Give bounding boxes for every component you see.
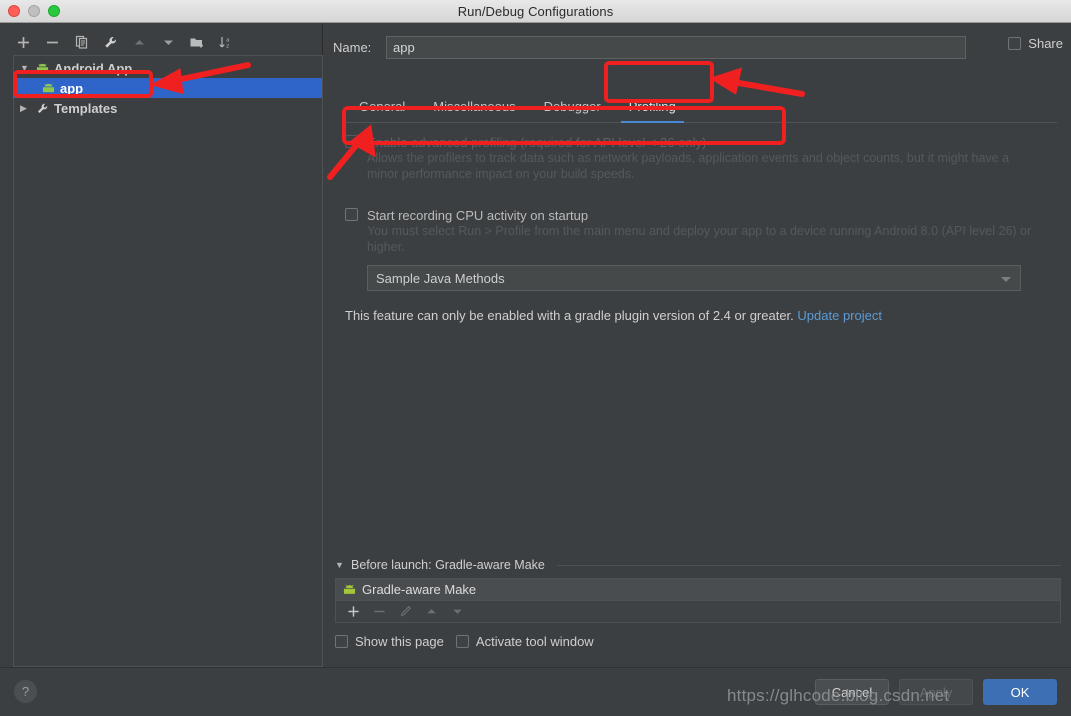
android-icon <box>41 81 55 95</box>
tree-item-app[interactable]: app <box>13 78 322 98</box>
remove-button[interactable] <box>43 33 61 51</box>
copy-icon[interactable] <box>72 33 90 51</box>
before-launch-task-label: Gradle-aware Make <box>362 582 477 597</box>
add-button[interactable] <box>14 33 32 51</box>
help-button[interactable]: ? <box>14 680 37 703</box>
tab-label: Debugger <box>543 98 601 114</box>
android-icon <box>342 583 356 597</box>
remove-task-button <box>372 605 386 619</box>
configuration-editor-pane: Name: Share General Miscellaneous Debugg… <box>323 23 1071 667</box>
svg-text:a: a <box>226 37 229 43</box>
share-label: Share <box>1028 36 1063 51</box>
add-task-button[interactable] <box>346 605 360 619</box>
start-recording-cpu-checkbox[interactable] <box>345 208 358 221</box>
sort-alpha-icon[interactable]: a z <box>217 33 235 51</box>
name-input[interactable] <box>386 35 966 59</box>
folder-add-icon[interactable] <box>188 33 206 51</box>
task-move-up-button <box>424 605 438 619</box>
sampling-configuration-dropdown[interactable]: Sample Java Methods <box>367 265 1021 291</box>
task-move-down-button <box>450 605 464 619</box>
before-launch-toolbar <box>335 600 1061 623</box>
before-launch-header: ▼ Before launch: Gradle-aware Make <box>335 558 1061 572</box>
configurations-pane: a z ▼ Android App app ▶ Templates <box>0 23 323 667</box>
minimize-window-button[interactable] <box>28 5 40 17</box>
tab-profiling[interactable]: Profiling <box>615 90 690 123</box>
sampling-configuration-value: Sample Java Methods <box>376 270 505 286</box>
zoom-window-button[interactable] <box>48 5 60 17</box>
run-debug-configurations-dialog: Run/Debug Configurations a z ▼ Android A… <box>0 0 1071 716</box>
enable-advanced-profiling-row[interactable]: Enable advanced profiling (required for … <box>345 135 1057 150</box>
watermark-text: https://glhcode.blog.csdn.net <box>727 686 950 705</box>
share-checkbox-box[interactable] <box>1008 37 1022 50</box>
header-rule <box>556 564 1061 566</box>
tab-label: Profiling <box>628 98 676 114</box>
close-window-button[interactable] <box>8 5 20 17</box>
start-recording-cpu-label: Start recording CPU activity on startup <box>367 208 589 223</box>
before-launch-section: ▼ Before launch: Gradle-aware Make Gradl… <box>335 558 1061 649</box>
profiling-tab-content: Enable advanced profiling (required for … <box>345 123 1057 323</box>
window-title: Run/Debug Configurations <box>457 3 614 19</box>
activate-tool-window-label: Activate tool window <box>475 634 594 649</box>
enable-advanced-profiling-label: Enable advanced profiling (required for … <box>367 135 707 150</box>
caret-up-icon[interactable] <box>130 33 148 51</box>
show-this-page-box[interactable] <box>335 635 348 648</box>
tab-miscellaneous[interactable]: Miscellaneous <box>419 90 529 122</box>
show-this-page-checkbox[interactable]: Show this page <box>335 634 444 649</box>
tree-item-templates[interactable]: ▶ Templates <box>14 98 322 118</box>
tree-item-label: app <box>60 80 84 96</box>
chevron-down-icon[interactable]: ▼ <box>335 560 345 570</box>
chevron-right-icon[interactable]: ▶ <box>20 103 30 113</box>
tab-general[interactable]: General <box>345 90 419 122</box>
enable-advanced-profiling-checkbox[interactable] <box>345 135 358 148</box>
start-recording-cpu-row[interactable]: Start recording CPU activity on startup <box>345 208 1057 223</box>
gradle-plugin-note: This feature can only be enabled with a … <box>345 308 1057 323</box>
name-label: Name: <box>333 39 372 55</box>
wrench-icon[interactable] <box>101 33 119 51</box>
update-project-link[interactable]: Update project <box>797 308 882 323</box>
configurations-tree[interactable]: ▼ Android App app ▶ Templates <box>13 55 323 667</box>
before-launch-options: Show this page Activate tool window <box>335 634 1061 649</box>
gradle-plugin-note-text: This feature can only be enabled with a … <box>345 308 794 323</box>
configurations-toolbar: a z <box>0 28 323 56</box>
android-icon <box>35 61 49 75</box>
tab-debugger[interactable]: Debugger <box>530 90 615 122</box>
activate-tool-window-box[interactable] <box>455 635 469 648</box>
chevron-down-icon[interactable]: ▼ <box>20 63 30 73</box>
window-controls <box>8 5 60 17</box>
tree-item-label: Android App <box>54 60 133 76</box>
show-this-page-label: Show this page <box>355 634 444 649</box>
before-launch-task-row[interactable]: Gradle-aware Make <box>335 578 1061 600</box>
tab-label: General <box>359 98 406 114</box>
svg-text:z: z <box>226 43 229 49</box>
wrench-icon <box>35 101 49 115</box>
caret-down-icon[interactable] <box>159 33 177 51</box>
ok-button[interactable]: OK <box>983 679 1057 705</box>
tree-item-android-app[interactable]: ▼ Android App <box>14 58 322 78</box>
share-checkbox[interactable]: Share <box>1008 36 1063 51</box>
before-launch-title: Before launch: Gradle-aware Make <box>351 558 545 572</box>
activate-tool-window-checkbox[interactable]: Activate tool window <box>455 634 594 649</box>
advanced-profiling-help-text: Allows the profilers to track data such … <box>367 151 1010 181</box>
tree-item-label: Templates <box>54 100 118 116</box>
editor-tabs: General Miscellaneous Debugger Profiling <box>345 89 1057 123</box>
start-recording-help-text: You must select Run > Profile from the m… <box>367 224 1032 254</box>
name-row: Name: <box>333 34 1063 60</box>
tab-label: Miscellaneous <box>433 98 516 114</box>
pencil-icon <box>398 605 412 619</box>
chevron-down-icon[interactable] <box>1001 277 1011 282</box>
window-title-bar: Run/Debug Configurations <box>0 0 1071 23</box>
